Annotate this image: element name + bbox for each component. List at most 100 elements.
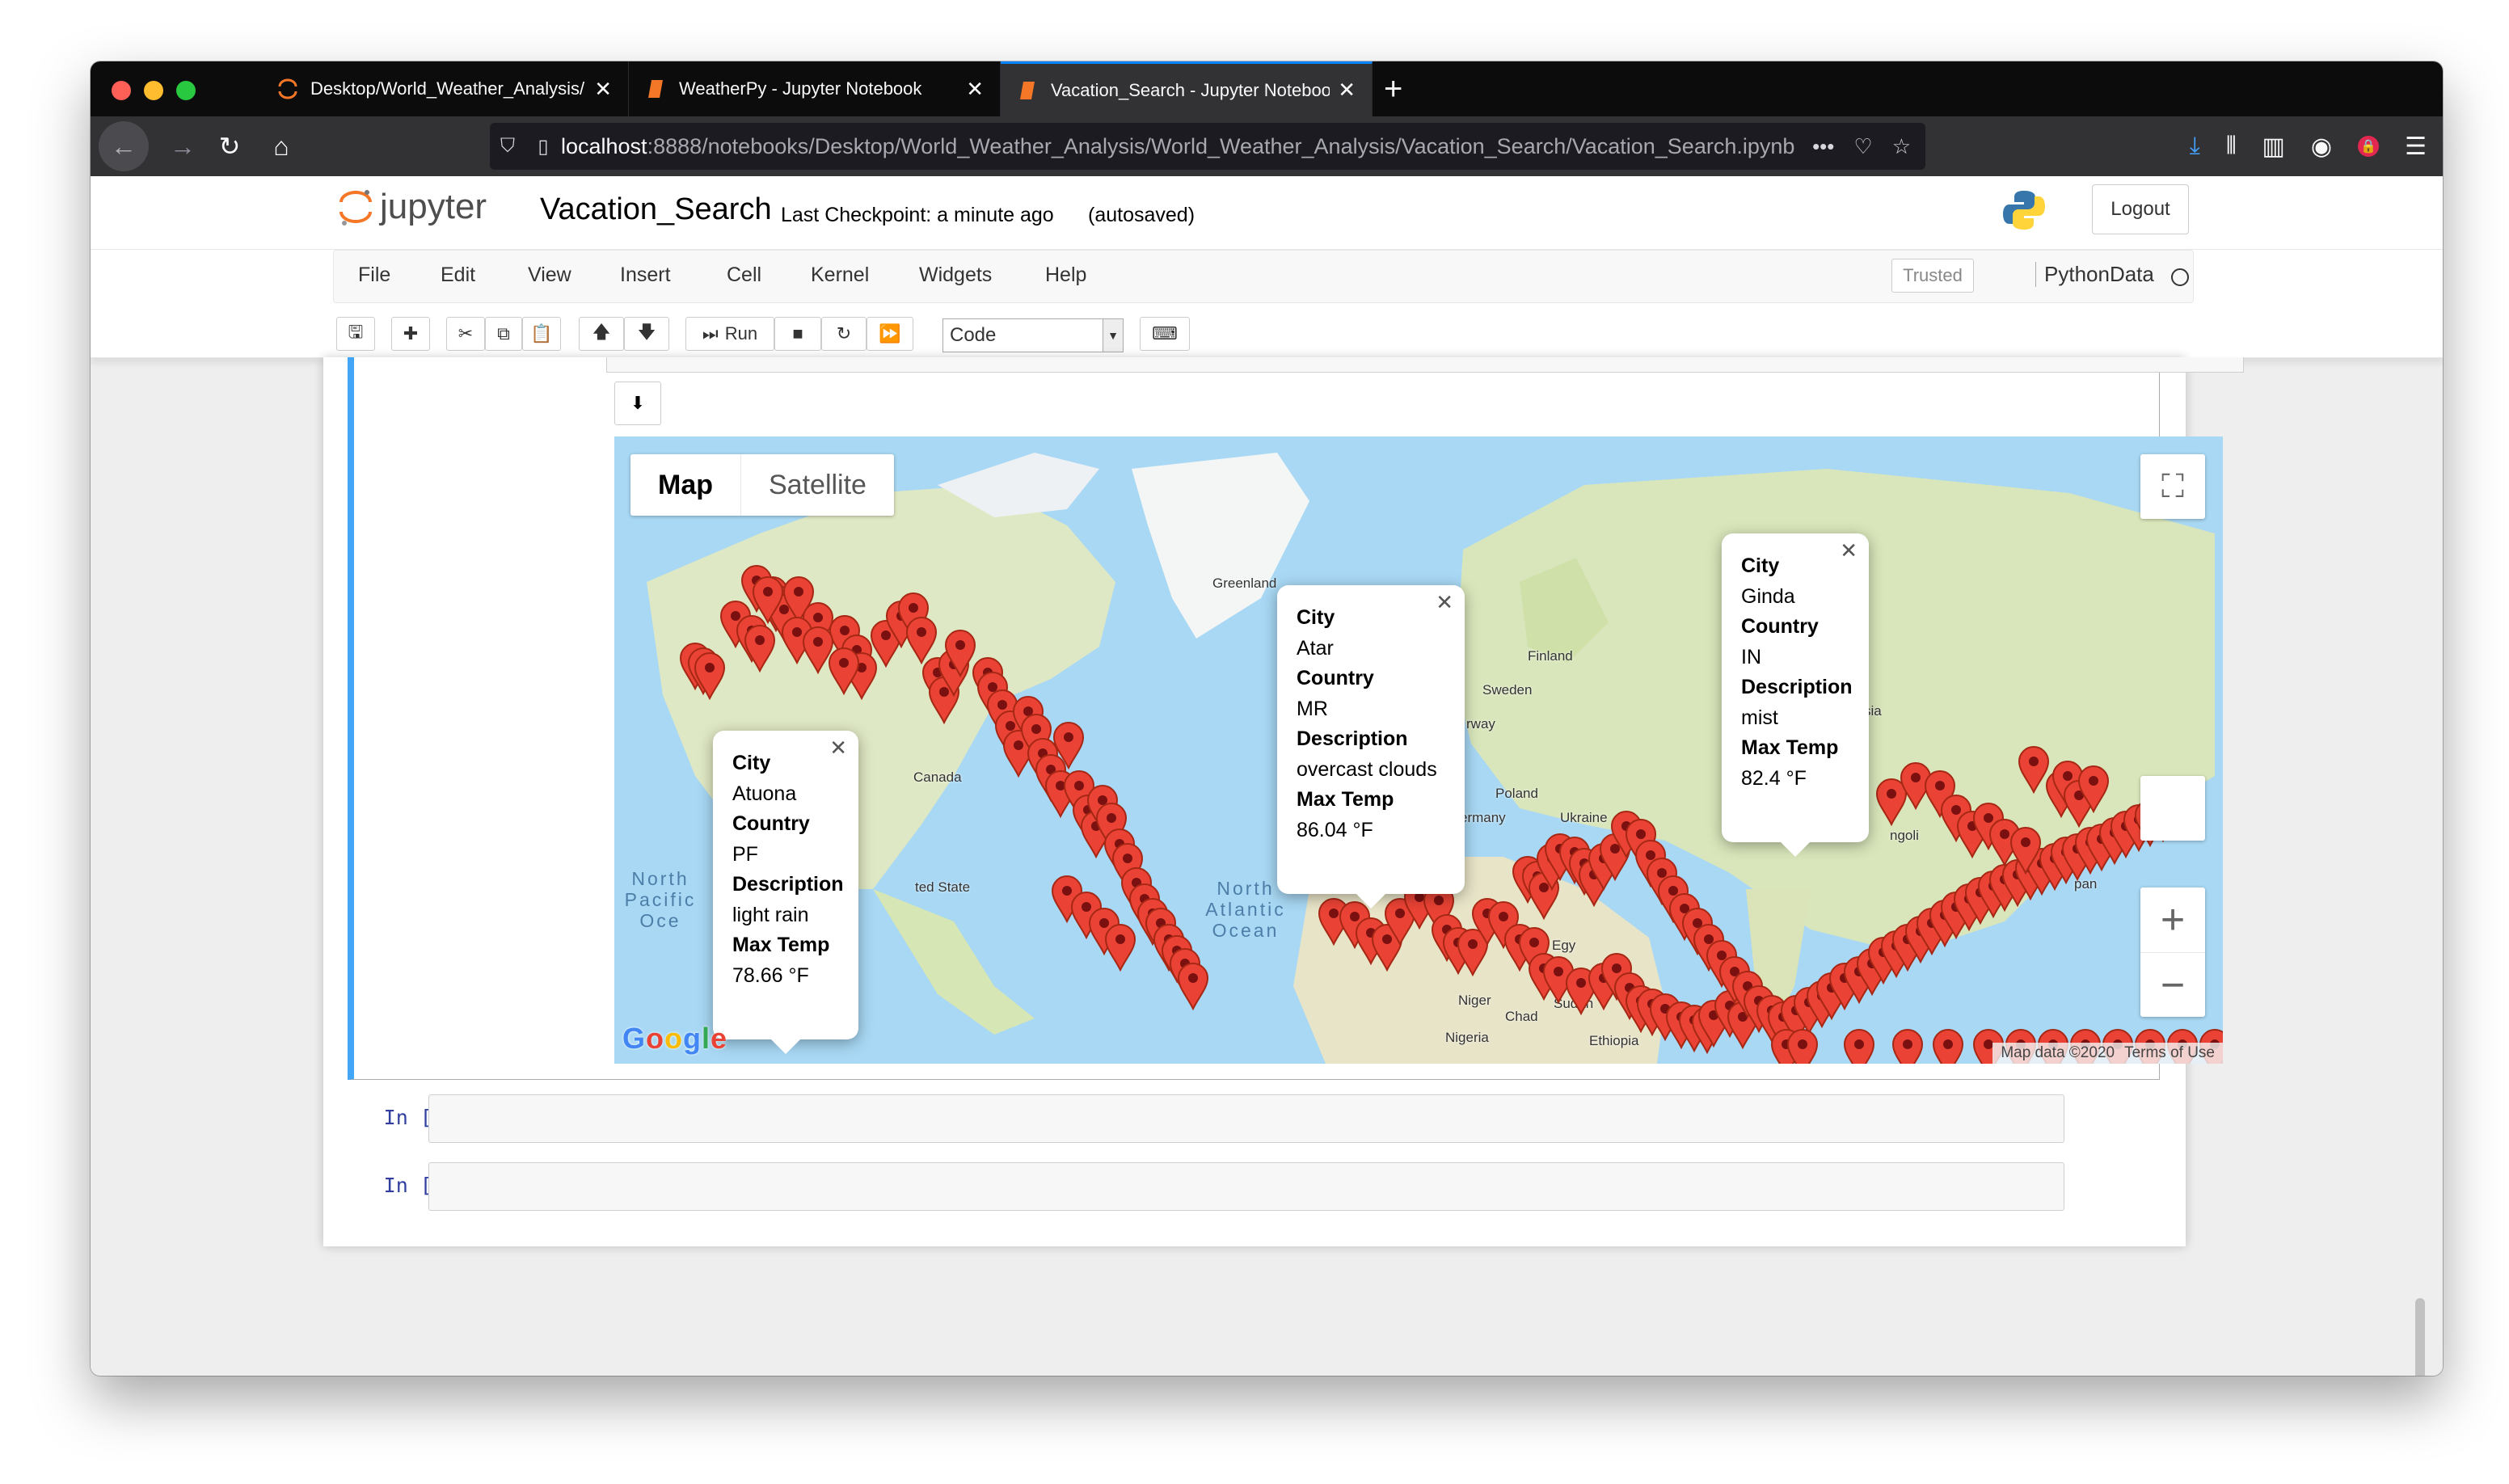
- account-icon[interactable]: ◉: [2311, 133, 2332, 161]
- url-bar[interactable]: ⛉ ▯ localhost :8888/notebooks/Desktop/Wo…: [490, 123, 1925, 170]
- close-window-button[interactable]: [112, 81, 131, 100]
- lock-icon[interactable]: 🔒: [2358, 136, 2380, 157]
- arrow-up-icon: 🡅: [592, 322, 611, 342]
- google-logo-text: Google: [622, 1022, 728, 1055]
- map-marker-pin[interactable]: [905, 617, 938, 665]
- map-marker-pin[interactable]: [1104, 924, 1136, 972]
- command-palette-button[interactable]: ⌨: [1140, 317, 1190, 351]
- download-icon[interactable]: ⤓: [2190, 133, 2200, 160]
- cell-type-select[interactable]: Code ▼: [942, 318, 1124, 352]
- nav-bar: ← → ↻ ⌂ ⛉ ▯ localhost :8888/notebooks/De…: [91, 116, 2443, 176]
- autosave-status: (autosaved): [1088, 204, 1195, 226]
- download-map-button[interactable]: ⬇: [614, 382, 661, 425]
- info-window-atar: ✕ City Atar Country MR Description overc…: [1277, 585, 1465, 909]
- cell-input-area[interactable]: [428, 1094, 2064, 1143]
- menu-edit[interactable]: Edit: [441, 263, 475, 287]
- close-icon[interactable]: ✕: [829, 736, 847, 760]
- back-button[interactable]: ←: [99, 121, 149, 171]
- home-button[interactable]: ⌂: [259, 121, 304, 171]
- step-forward-icon: ⏭: [702, 323, 719, 344]
- max-temp-label: Max Temp: [1741, 736, 1839, 759]
- map-marker-pin[interactable]: [2018, 746, 2050, 795]
- move-up-button[interactable]: 🡅: [579, 317, 624, 351]
- street-view-pegman[interactable]: [2140, 776, 2205, 841]
- map-type-control: Map Satellite: [630, 454, 894, 516]
- menu-cell[interactable]: Cell: [727, 263, 761, 287]
- sidebar-icon[interactable]: ▥: [2262, 133, 2285, 161]
- scrollbar[interactable]: [2415, 1298, 2425, 1376]
- google-logo[interactable]: Google: [622, 1022, 727, 1056]
- copy-button[interactable]: ⧉: [485, 317, 522, 351]
- fullscreen-button[interactable]: ⛶: [2140, 454, 2205, 519]
- map-marker-pin[interactable]: [1843, 1029, 1875, 1064]
- interrupt-button[interactable]: ■: [774, 317, 821, 351]
- code-cell[interactable]: In [ ]:: [323, 1094, 2182, 1143]
- zoom-window-button[interactable]: [176, 81, 196, 100]
- pocket-icon[interactable]: ♡: [1853, 134, 1872, 159]
- run-button[interactable]: ⏭ Run: [685, 317, 774, 351]
- tab-title: WeatherPy - Jupyter Notebook: [679, 78, 922, 99]
- shield-icon[interactable]: ⛉: [490, 135, 525, 158]
- minimize-window-button[interactable]: [144, 81, 163, 100]
- map-marker-pin[interactable]: [1875, 778, 1908, 827]
- google-map[interactable]: Canada ted State Greenland Finland Swede…: [614, 436, 2223, 1064]
- cell-input-area[interactable]: [428, 1162, 2064, 1211]
- reload-button[interactable]: ↻: [207, 121, 252, 171]
- city-value: Atar: [1297, 636, 1334, 660]
- jupyter-logo-icon: [339, 190, 372, 226]
- bookmark-star-icon[interactable]: ☆: [1892, 134, 1911, 159]
- more-icon[interactable]: •••: [1812, 134, 1834, 159]
- code-cell[interactable]: In [ ]:: [323, 1162, 2182, 1211]
- notebook-icon: [1017, 79, 1039, 102]
- map-type-satellite-button[interactable]: Satellite: [740, 454, 894, 516]
- menu-view[interactable]: View: [528, 263, 571, 287]
- forward-button[interactable]: →: [160, 121, 205, 171]
- map-marker-pin[interactable]: [1891, 1029, 1924, 1064]
- menu-file[interactable]: File: [358, 263, 390, 287]
- tab-weatherpy[interactable]: WeatherPy - Jupyter Notebook ✕: [629, 61, 1001, 116]
- move-down-button[interactable]: 🡇: [624, 317, 669, 351]
- restart-run-all-button[interactable]: ⏩: [867, 317, 913, 351]
- menu-help[interactable]: Help: [1045, 263, 1086, 287]
- close-icon[interactable]: ✕: [1338, 78, 1356, 103]
- map-marker-pin[interactable]: [1932, 1029, 1964, 1064]
- zoom-control: + −: [2140, 887, 2205, 1017]
- map-marker-pin[interactable]: [744, 625, 776, 673]
- zoom-out-button[interactable]: −: [2140, 953, 2205, 1018]
- map-marker-pin[interactable]: [694, 652, 726, 701]
- terms-of-use-link[interactable]: Terms of Use: [2124, 1044, 2215, 1062]
- tab-desktop[interactable]: Desktop/World_Weather_Analysis/ ✕: [260, 61, 629, 116]
- close-icon[interactable]: ✕: [966, 77, 984, 102]
- paste-button[interactable]: 📋: [522, 317, 561, 351]
- close-icon[interactable]: ✕: [1840, 538, 1858, 563]
- hamburger-menu-icon[interactable]: ☰: [2405, 133, 2427, 161]
- library-icon[interactable]: ⫴: [2226, 133, 2237, 160]
- insert-cell-button[interactable]: ✚: [391, 317, 430, 351]
- notebook-title[interactable]: Vacation_Search: [540, 192, 772, 227]
- jupyter-logo[interactable]: jupyter: [338, 186, 487, 228]
- close-icon[interactable]: ✕: [594, 77, 612, 102]
- stop-icon: ■: [792, 323, 803, 344]
- new-tab-button[interactable]: +: [1384, 70, 1402, 108]
- map-marker-pin[interactable]: [802, 626, 834, 675]
- tab-vacation-search[interactable]: Vacation_Search - Jupyter Notebook ✕: [1001, 61, 1373, 116]
- country-label: Country: [732, 812, 810, 835]
- map-credits: Map data ©2020 Terms of Use: [1992, 1043, 2223, 1064]
- menu-widgets[interactable]: Widgets: [919, 263, 992, 287]
- map-marker-pin[interactable]: [1177, 963, 1209, 1011]
- trusted-indicator[interactable]: Trusted: [1891, 259, 1974, 293]
- map-type-map-button[interactable]: Map: [630, 454, 740, 516]
- kernel-name[interactable]: PythonData: [2035, 262, 2154, 287]
- max-temp-label: Max Temp: [1297, 788, 1394, 811]
- map-marker-pin[interactable]: [1786, 1029, 1819, 1064]
- map-data-credit: Map data ©2020: [2001, 1044, 2115, 1061]
- save-button[interactable]: 🖫: [336, 317, 375, 351]
- menu-insert[interactable]: Insert: [620, 263, 671, 287]
- cut-button[interactable]: ✂: [446, 317, 485, 351]
- logout-button[interactable]: Logout: [2092, 184, 2189, 234]
- zoom-in-button[interactable]: +: [2140, 887, 2205, 953]
- restart-button[interactable]: ↻: [821, 317, 867, 351]
- menu-kernel[interactable]: Kernel: [811, 263, 869, 287]
- cell-input-area[interactable]: [606, 357, 2244, 373]
- close-icon[interactable]: ✕: [1436, 590, 1453, 614]
